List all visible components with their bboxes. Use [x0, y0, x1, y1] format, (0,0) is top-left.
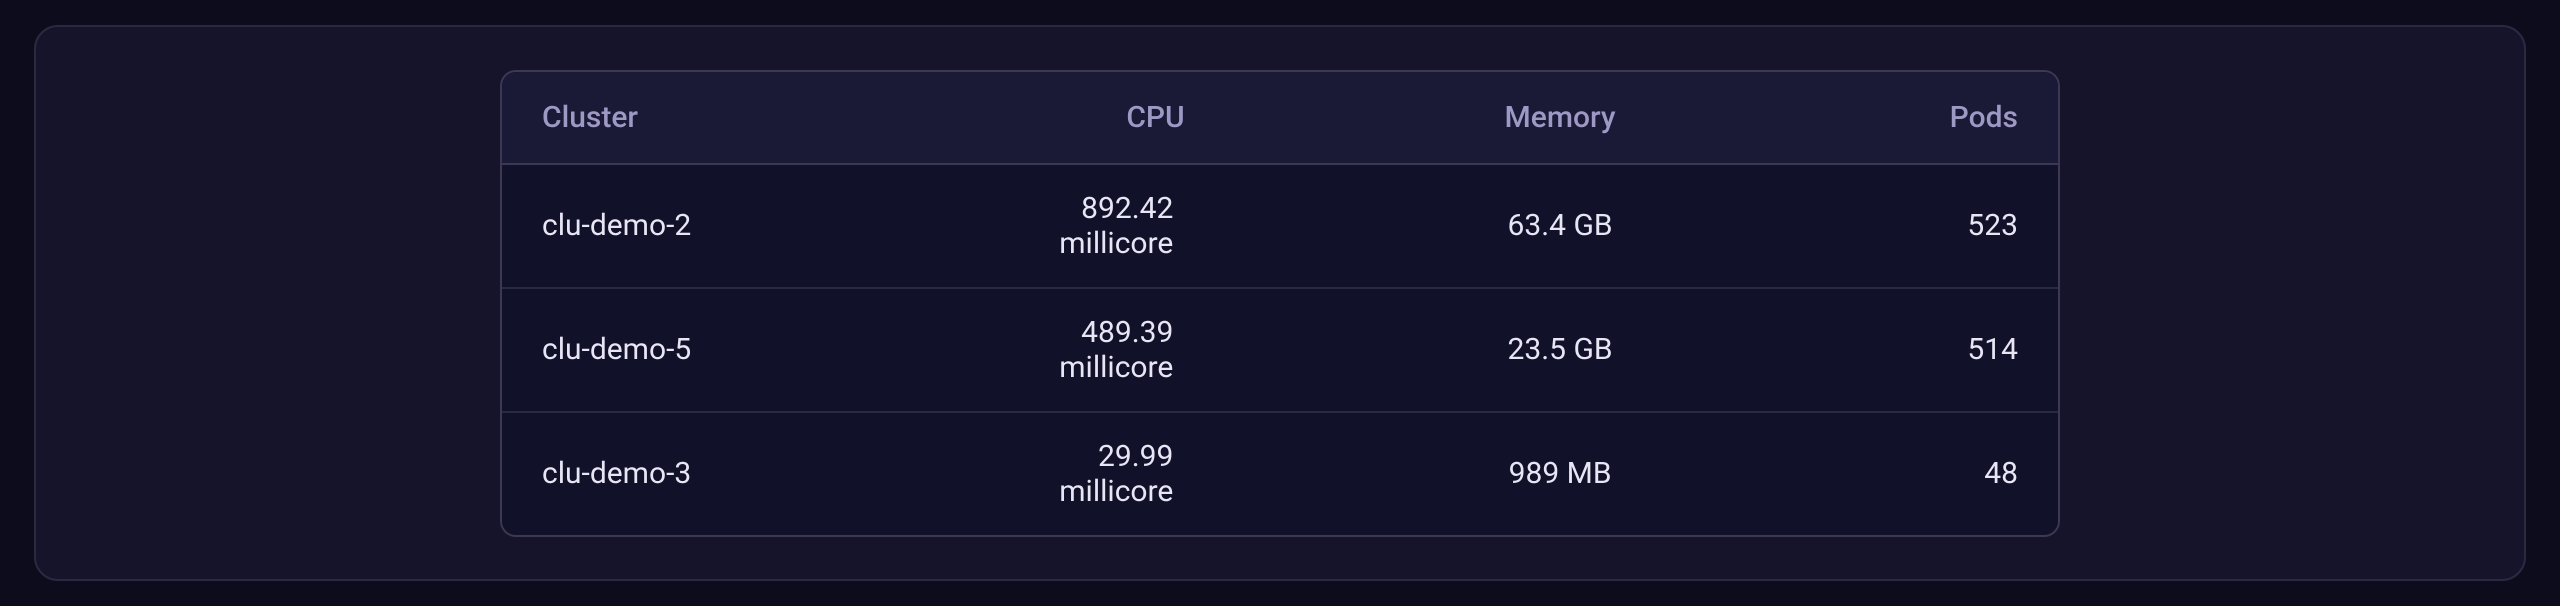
- table-row[interactable]: clu-demo-2 892.42 millicore 63.4 GB 523: [502, 164, 2058, 288]
- clusters-table: Cluster CPU Memory Pods clu-demo-2 892.4…: [502, 72, 2058, 535]
- clusters-table-container: Cluster CPU Memory Pods clu-demo-2 892.4…: [500, 70, 2060, 537]
- table-row[interactable]: clu-demo-5 489.39 millicore 23.5 GB 514: [502, 288, 2058, 412]
- table-row[interactable]: clu-demo-3 29.99 millicore 989 MB 48: [502, 412, 2058, 535]
- cell-cluster: clu-demo-2: [502, 164, 938, 288]
- outer-panel: Cluster CPU Memory Pods clu-demo-2 892.4…: [34, 25, 2526, 581]
- cell-cpu: 29.99 millicore: [938, 412, 1374, 535]
- table-header-row: Cluster CPU Memory Pods: [502, 72, 2058, 164]
- cell-memory: 63.4 GB: [1373, 164, 1746, 288]
- cell-cpu: 892.42 millicore: [938, 164, 1374, 288]
- column-header-cpu[interactable]: CPU: [938, 72, 1374, 164]
- column-header-memory[interactable]: Memory: [1373, 72, 1746, 164]
- column-header-pods[interactable]: Pods: [1747, 72, 2058, 164]
- cell-pods: 48: [1747, 412, 2058, 535]
- cell-pods: 514: [1747, 288, 2058, 412]
- cell-cluster: clu-demo-3: [502, 412, 938, 535]
- cell-memory: 23.5 GB: [1373, 288, 1746, 412]
- cell-memory: 989 MB: [1373, 412, 1746, 535]
- cell-pods: 523: [1747, 164, 2058, 288]
- cell-cluster: clu-demo-5: [502, 288, 938, 412]
- cell-cpu: 489.39 millicore: [938, 288, 1374, 412]
- column-header-cluster[interactable]: Cluster: [502, 72, 938, 164]
